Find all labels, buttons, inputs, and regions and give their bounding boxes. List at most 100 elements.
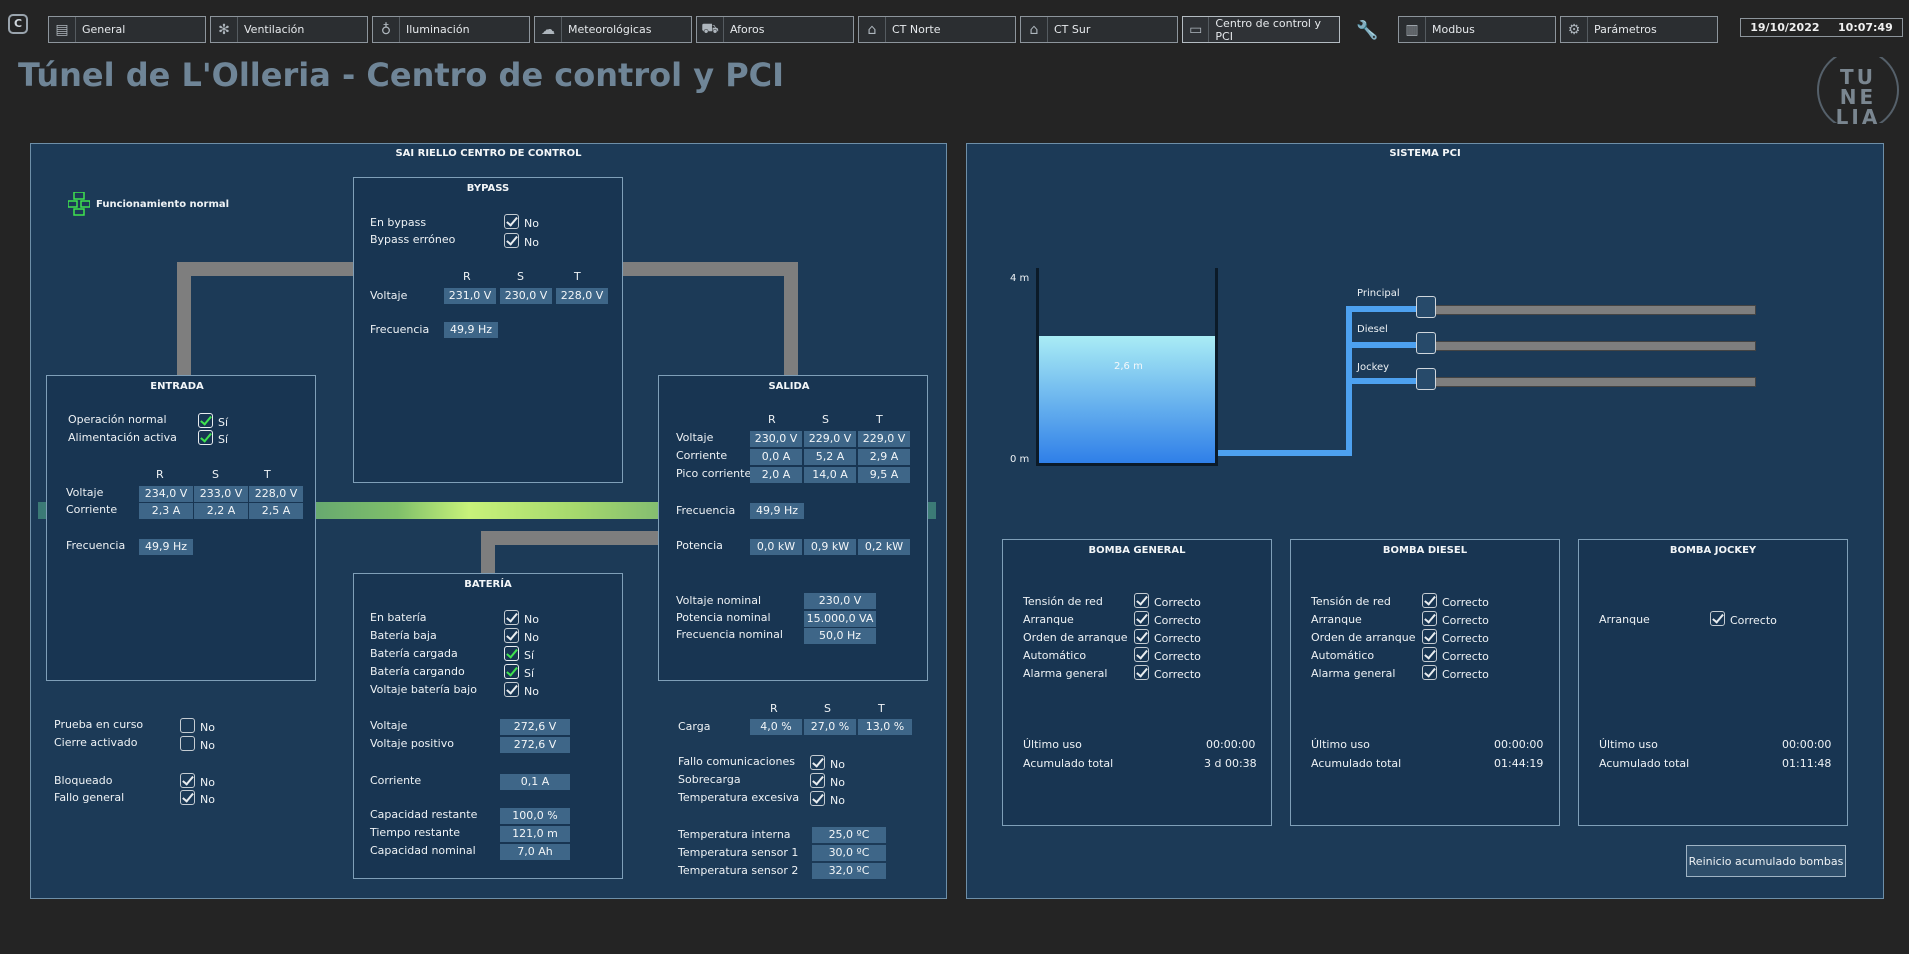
bomba-general-panel [1002, 539, 1272, 826]
prueba-curso-value: No [200, 721, 215, 734]
tab-general[interactable]: ▤ General [48, 16, 206, 43]
capacidad-restante: 100,0 % [500, 808, 570, 824]
bg-orden-value: Correcto [1154, 632, 1201, 645]
bd-orden-label: Orden de arranque [1311, 631, 1416, 644]
salida-potencia-label: Potencia [676, 539, 723, 552]
bd-acumulado-value: 01:44:19 [1494, 757, 1544, 770]
bateria-title: BATERÍA [464, 579, 512, 590]
app-menu-icon[interactable]: C [8, 14, 28, 34]
col-r: R [770, 702, 778, 715]
tab-meteorologicas[interactable]: ☁ Meteorológicas [534, 16, 692, 43]
salida-potencia-r: 0,0 kW [750, 539, 802, 555]
temperatura-sensor1-label: Temperatura sensor 1 [678, 846, 799, 859]
salida-pico-t: 9,5 A [858, 467, 910, 483]
bg-arranque-label: Arranque [1023, 613, 1074, 626]
frecuencia-nominal-label: Frecuencia nominal [676, 628, 783, 641]
col-t: T [878, 702, 885, 715]
bateria-voltaje-label: Voltaje [370, 719, 408, 732]
alimentacion-activa-check [198, 430, 213, 445]
carga-r: 4,0 % [750, 719, 802, 735]
bd-automatico-value: Correcto [1442, 650, 1489, 663]
salida-voltaje-r: 230,0 V [750, 431, 802, 447]
alimentacion-activa-value: Sí [218, 433, 229, 446]
pipe-entrada-up [177, 262, 191, 376]
operacion-normal-check [198, 413, 213, 428]
tank-bottom-label: 0 m [1010, 454, 1030, 465]
bd-alarma-check [1422, 665, 1437, 680]
gear-icon: ⚙ [1561, 17, 1588, 42]
frecuencia-nominal: 50,0 Hz [804, 628, 876, 644]
tab-ct-norte[interactable]: ⌂ CT Norte [858, 16, 1016, 43]
bateria-cargando-check [504, 664, 519, 679]
cloud-icon: ☁ [535, 17, 562, 42]
car-icon: ⛟ [697, 17, 724, 42]
tunelia-logo: TU NE LIA [1814, 57, 1902, 127]
salida-pico-label: Pico corriente [676, 467, 752, 480]
bg-arranque-check [1134, 611, 1149, 626]
reset-acumulado-button[interactable]: Reinicio acumulado bombas [1686, 845, 1846, 877]
salida-corriente-s: 5,2 A [804, 449, 856, 465]
tab-ct-sur[interactable]: ⌂ CT Sur [1020, 16, 1178, 43]
bomba-general-title: BOMBA GENERAL [1088, 545, 1186, 556]
prueba-curso-check [180, 718, 195, 733]
bypass-erroneo-value: No [524, 236, 539, 249]
tab-ventilacion[interactable]: ✻ Ventilación [210, 16, 368, 43]
bateria-baja-check [504, 628, 519, 643]
voltaje-positivo-label: Voltaje positivo [370, 737, 454, 750]
bj-acumulado-label: Acumulado total [1599, 757, 1690, 770]
tab-centro-control[interactable]: ▭ Centro de control y PCI [1182, 16, 1340, 43]
operacion-normal-value: Sí [218, 416, 229, 429]
col-r: R [463, 270, 471, 283]
bateria-baja-value: No [524, 631, 539, 644]
bg-tension-check [1134, 593, 1149, 608]
temperatura-sensor2: 32,0 ºC [812, 863, 886, 879]
tiempo-restante: 121,0 m [500, 826, 570, 842]
col-t: T [876, 413, 883, 426]
pci-title: SISTEMA PCI [1389, 148, 1461, 159]
pipe-diesel-out [1432, 341, 1756, 351]
pipe-principal [1346, 306, 1426, 312]
alimentacion-activa-label: Alimentación activa [68, 431, 177, 444]
server-icon: ▥ [1399, 17, 1426, 42]
entrada-frecuencia-label: Frecuencia [66, 539, 126, 552]
fallo-general-label: Fallo general [54, 791, 125, 804]
en-bypass-check [504, 214, 519, 229]
bloqueado-check [180, 773, 195, 788]
tab-aforos[interactable]: ⛟ Aforos [696, 16, 854, 43]
pipe-bateria-h [481, 531, 659, 545]
salida-frecuencia-label: Frecuencia [676, 504, 736, 517]
wrench-icon[interactable]: 🔧 [1356, 20, 1378, 41]
entrada-frecuencia: 49,9 Hz [139, 539, 193, 555]
fallo-general-check [180, 790, 195, 805]
pipe-from-bypass [622, 262, 798, 276]
en-bateria-value: No [524, 613, 539, 626]
tab-iluminacion[interactable]: ♁ Iluminación [372, 16, 530, 43]
bj-arranque-check [1710, 611, 1725, 626]
bg-automatico-check [1134, 647, 1149, 662]
bateria-cargando-value: Sí [524, 667, 535, 680]
bd-automatico-label: Automático [1311, 649, 1375, 662]
bloqueado-label: Bloqueado [54, 774, 113, 787]
bg-alarma-check [1134, 665, 1149, 680]
capacidad-nominal: 7,0 Ah [500, 844, 570, 860]
bd-orden-value: Correcto [1442, 632, 1489, 645]
bypass-frecuencia-label: Frecuencia [370, 323, 430, 336]
carga-s: 27,0 % [804, 719, 856, 735]
bloqueado-value: No [200, 776, 215, 789]
tab-parametros[interactable]: ⚙ Parámetros [1560, 16, 1718, 43]
col-t: T [264, 468, 271, 481]
pipe-to-bypass [177, 262, 355, 276]
temperatura-excesiva-label: Temperatura excesiva [678, 791, 800, 804]
voltaje-nominal: 230,0 V [804, 593, 876, 609]
tab-modbus[interactable]: ▥ Modbus [1398, 16, 1556, 43]
bateria-baja-label: Batería baja [370, 629, 437, 642]
bj-arranque-label: Arranque [1599, 613, 1650, 626]
fallo-comunicaciones-value: No [830, 758, 845, 771]
potencia-nominal-label: Potencia nominal [676, 611, 771, 624]
date: 19/10/2022 [1750, 21, 1820, 34]
bd-tension-label: Tensión de red [1311, 595, 1391, 608]
cierre-activado-label: Cierre activado [54, 736, 138, 749]
pipe-jockey-out [1432, 377, 1756, 387]
bd-ultimo-label: Último uso [1311, 738, 1370, 751]
network-status-icon [67, 191, 91, 216]
